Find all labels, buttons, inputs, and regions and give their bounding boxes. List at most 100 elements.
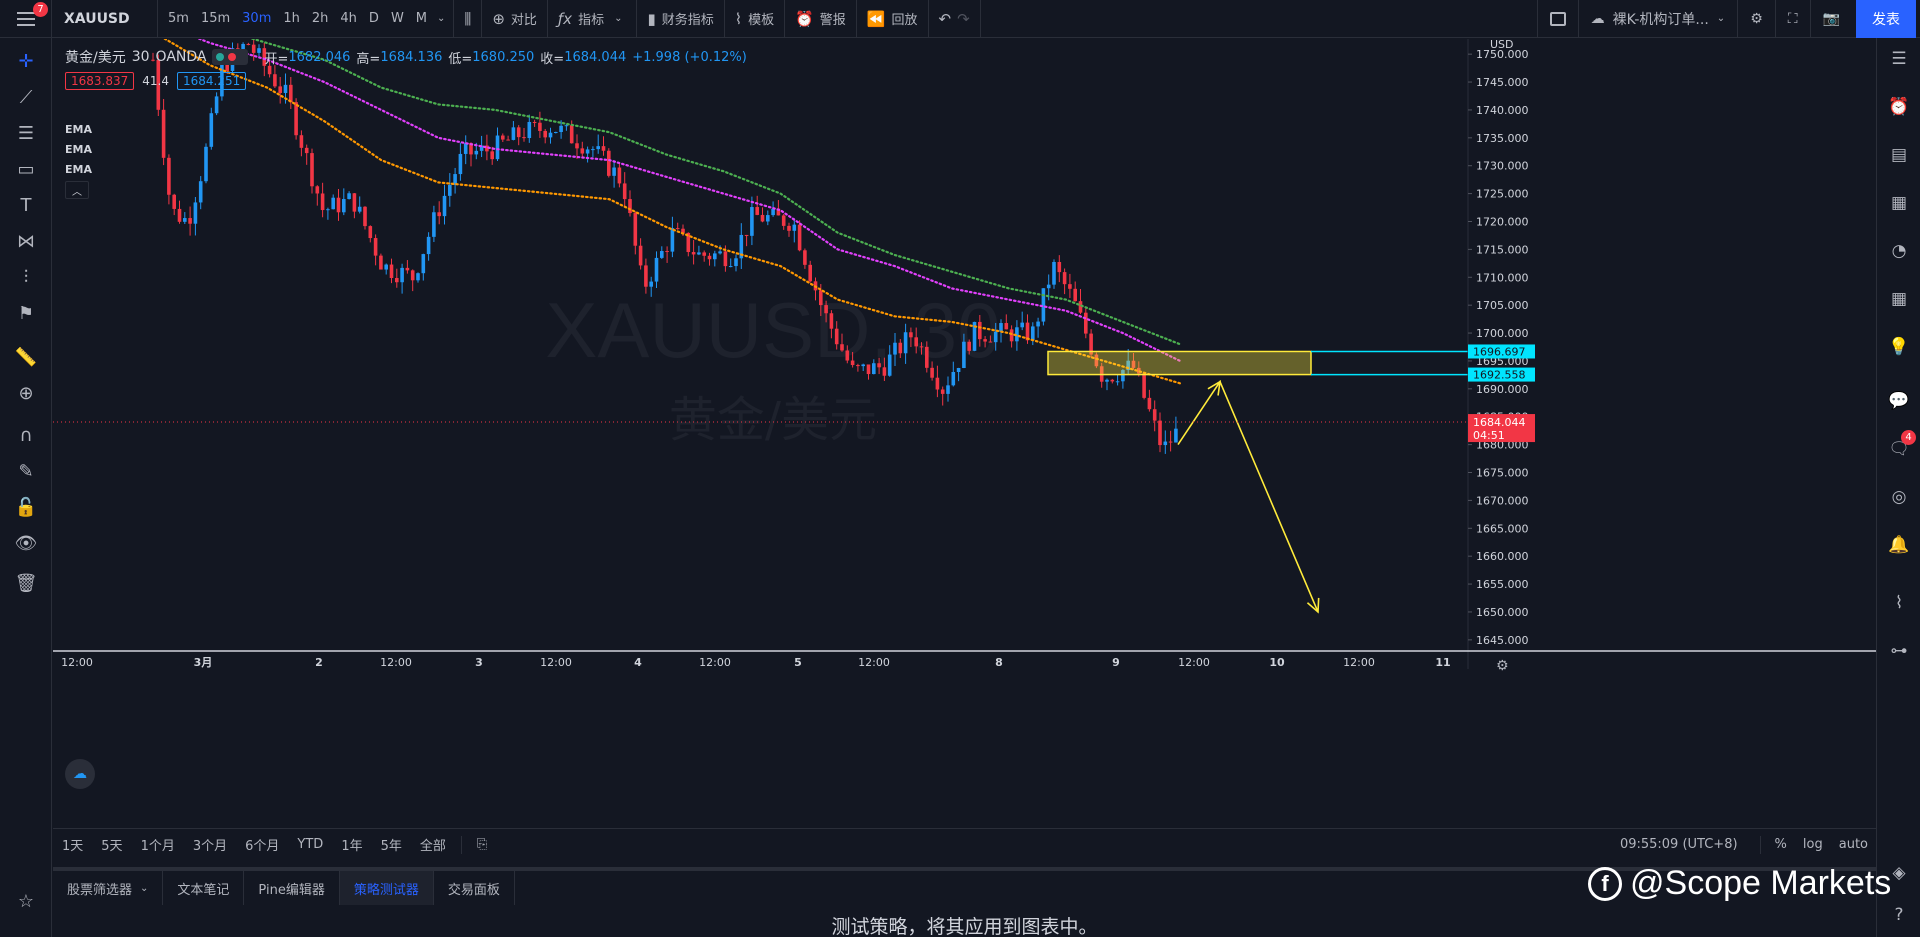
range-3m[interactable]: 3个月 xyxy=(184,835,236,854)
symbol-search[interactable]: XAUUSD xyxy=(52,0,158,38)
chevron-down-icon[interactable]: ⌄ xyxy=(433,13,449,24)
trash-icon[interactable]: 🗑 xyxy=(0,568,52,598)
lock-icon[interactable]: 🔓 xyxy=(0,492,52,522)
watchlist-icon[interactable]: ☰ xyxy=(1877,42,1920,76)
range-5y[interactable]: 5年 xyxy=(372,835,411,854)
spread-value: 41.4 xyxy=(142,74,169,88)
tab-strategy-tester[interactable]: 策略测试器 xyxy=(339,871,434,905)
range-5d[interactable]: 5天 xyxy=(92,835,131,854)
price-axis[interactable]: USD1750.0001745.0001740.0001735.0001730.… xyxy=(1467,39,1535,674)
tf-2h[interactable]: 2h xyxy=(306,11,335,26)
clock-timezone[interactable]: 09:55:09 (UTC+8) xyxy=(1620,837,1754,852)
replay-button[interactable]: ⏪ 回放 xyxy=(857,0,929,38)
candle-body xyxy=(416,273,420,281)
compare-button[interactable]: ⊕ 对比 xyxy=(482,0,548,38)
tab-trading-panel[interactable]: 交易面板 xyxy=(434,871,515,905)
chart-pane[interactable]: XAUUSD, 30 黄金/美元 USD 1750.000 1745.000 1740… xyxy=(53,39,1876,821)
financials-button[interactable]: ▮ 财务指标 xyxy=(637,0,725,38)
magnet-icon[interactable]: ∩ xyxy=(0,420,52,450)
order-panel-icon[interactable]: ⊶ xyxy=(1877,634,1920,668)
tab-stock-screener[interactable]: 股票筛选器 ⌄ xyxy=(53,871,164,905)
zoom-in-icon[interactable]: ⊕ xyxy=(0,378,52,408)
rectangle-icon[interactable]: ▭ xyxy=(0,154,52,184)
alarm-icon[interactable]: ⏰ xyxy=(1877,90,1920,124)
range-6m[interactable]: 6个月 xyxy=(236,835,288,854)
help-icon[interactable]: ? xyxy=(1877,898,1920,932)
tradingview-logo-icon[interactable]: ☁ xyxy=(65,759,95,789)
indicator-ema-1[interactable]: EMA xyxy=(65,123,92,136)
tab-text-notes[interactable]: 文本笔记 xyxy=(163,871,245,905)
alert-button[interactable]: ⏰ 警报 xyxy=(785,0,857,38)
calendar-icon[interactable]: ▦ xyxy=(1877,282,1920,316)
lock-drawing-icon[interactable]: ✎ xyxy=(0,456,52,486)
tf-M[interactable]: M xyxy=(410,11,433,26)
horizontal-lines-icon[interactable]: ☰ xyxy=(0,118,52,148)
undo-icon[interactable]: ↶ xyxy=(939,10,952,28)
publish-button[interactable]: 发表 xyxy=(1856,0,1916,38)
tf-30m[interactable]: 30m xyxy=(236,11,277,26)
flag-icon[interactable]: ⚑ xyxy=(0,298,52,328)
fullscreen-button[interactable]: ⛶ xyxy=(1774,0,1810,38)
candle-body xyxy=(315,186,320,194)
trend-icon[interactable]: ⌇ xyxy=(1877,586,1920,620)
chart-type-button[interactable]: ⫼ xyxy=(454,0,483,38)
goto-date-icon[interactable]: ⎘ xyxy=(468,837,496,852)
main-menu-button[interactable]: 7 xyxy=(0,0,52,38)
idea-icon[interactable]: 💡 xyxy=(1877,330,1920,364)
forecast-icon[interactable]: ⫶ xyxy=(0,262,52,292)
range-1y[interactable]: 1年 xyxy=(332,835,371,854)
tf-15m[interactable]: 15m xyxy=(195,11,236,26)
log-scale-toggle[interactable]: log xyxy=(1795,837,1831,852)
menu-icon xyxy=(16,11,35,26)
tf-5m[interactable]: 5m xyxy=(162,11,195,26)
settings-button[interactable]: ⚙ xyxy=(1737,0,1775,38)
eye-icon[interactable]: 👁 xyxy=(0,528,52,558)
notification-badge: 7 xyxy=(33,1,48,17)
indicator-ema-3[interactable]: EMA xyxy=(65,163,92,176)
snapshot-button[interactable]: 📷 xyxy=(1809,0,1852,38)
price-tick-label: 1725.000 xyxy=(1476,188,1529,201)
percent-scale-toggle[interactable]: % xyxy=(1767,837,1795,852)
indicators-button[interactable]: ƒx 指标 ⌄ xyxy=(548,0,638,38)
tf-1h[interactable]: 1h xyxy=(277,11,306,26)
layout-name-button[interactable]: ☁ 裸K-机构订单... ⌄ xyxy=(1577,0,1738,38)
news-icon[interactable]: ▤ xyxy=(1877,138,1920,172)
price-chart[interactable]: XAUUSD, 30 黄金/美元 USD1750.0001745.0001740… xyxy=(53,39,1876,821)
text-icon[interactable]: T xyxy=(0,190,52,220)
redo-icon[interactable]: ↷ xyxy=(957,10,970,28)
tab-pine-editor[interactable]: Pine编辑器 xyxy=(244,871,340,905)
collapse-legend-button[interactable]: ︿ xyxy=(65,181,89,199)
tf-D[interactable]: D xyxy=(363,11,385,26)
trend-line-icon[interactable]: ⟋ xyxy=(0,82,52,112)
candle-body xyxy=(633,213,638,246)
messages-icon[interactable]: 🗨 4 xyxy=(1877,430,1920,466)
hotlist-icon[interactable]: ◔ xyxy=(1877,234,1920,268)
crosshair-icon[interactable]: ✛ xyxy=(0,46,52,76)
layout-select-button[interactable] xyxy=(1536,0,1578,38)
price-tick-label: 1705.000 xyxy=(1476,299,1529,312)
stream-icon[interactable]: ◎ xyxy=(1877,480,1920,514)
candle-body xyxy=(787,225,791,231)
time-axis[interactable]: 12:00 3月 2 12:00 3 12:00 4 12:00 5 12:00 8 9 12:00 10… xyxy=(53,650,1876,669)
candle-body xyxy=(713,253,717,260)
divider xyxy=(460,835,462,854)
buy-button[interactable]: 1684.251 xyxy=(176,72,247,90)
range-all[interactable]: 全部 xyxy=(411,835,455,854)
tf-W[interactable]: W xyxy=(385,11,410,26)
drawing-annotations[interactable] xyxy=(53,350,1468,614)
templates-button[interactable]: ⌇ 模板 xyxy=(725,0,786,38)
indicator-ema-2[interactable]: EMA xyxy=(65,143,92,156)
details-icon[interactable]: ▦ xyxy=(1877,186,1920,220)
chat-icon[interactable]: 💬 xyxy=(1877,384,1920,418)
notification-bell-icon[interactable]: 🔔 xyxy=(1877,528,1920,562)
pattern-icon[interactable]: ⋈ xyxy=(0,226,52,256)
range-ytd[interactable]: YTD xyxy=(288,837,332,852)
tf-4h[interactable]: 4h xyxy=(334,11,363,26)
sell-button[interactable]: 1683.837 xyxy=(65,72,135,90)
range-1d[interactable]: 1天 xyxy=(53,835,92,854)
market-status-toggle[interactable] xyxy=(212,49,249,65)
auto-scale-toggle[interactable]: auto xyxy=(1831,837,1876,852)
range-1m[interactable]: 1个月 xyxy=(132,835,184,854)
ruler-icon[interactable]: 📏 xyxy=(0,342,52,372)
star-icon[interactable]: ☆ xyxy=(0,886,52,916)
